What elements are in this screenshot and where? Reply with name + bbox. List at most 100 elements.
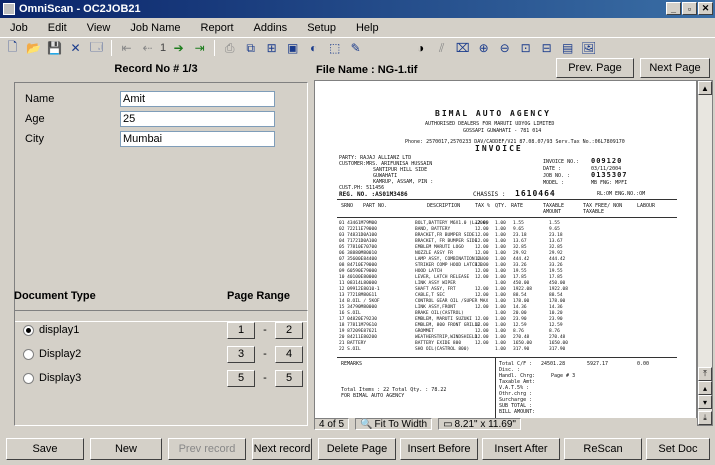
display1-radio[interactable] bbox=[23, 324, 34, 336]
invoice-address: GOSSAPI GUWAHATI - 781 014 bbox=[463, 128, 542, 134]
page-number-field[interactable]: 1 bbox=[160, 42, 166, 54]
menu-view[interactable]: View bbox=[87, 22, 111, 34]
next-record-button[interactable]: Next record bbox=[252, 438, 312, 460]
merge-icon[interactable]: ⊞ bbox=[263, 40, 280, 56]
display2-radio[interactable] bbox=[23, 348, 34, 360]
scroll-top-icon[interactable]: ⤒ bbox=[698, 367, 712, 381]
viewer-status-bar: 4 of 5 🔍 Fit To Width ▭ 8.21" x 11.69" bbox=[314, 418, 697, 430]
next-page-icon[interactable]: ➔ bbox=[170, 40, 187, 56]
prev-page-icon[interactable]: ⇠ bbox=[139, 40, 156, 56]
rotate-icon[interactable]: ◐ bbox=[305, 40, 322, 56]
new-file-icon[interactable]: 🗋 bbox=[4, 40, 21, 56]
invoice-cell: 20 84211E80200 bbox=[339, 335, 377, 340]
deskew-icon[interactable]: ⫽ bbox=[433, 40, 450, 56]
invoice-cell: 12.00 bbox=[475, 263, 489, 268]
last-page-icon[interactable]: ⇥ bbox=[191, 40, 208, 56]
zoom-in-icon[interactable]: ⊕ bbox=[475, 40, 492, 56]
invoice-cell: 1.00 bbox=[495, 251, 506, 256]
fit-icon[interactable]: ⊡ bbox=[517, 40, 534, 56]
select-icon[interactable]: ⬚ bbox=[326, 40, 343, 56]
menu-job-name[interactable]: Job Name bbox=[130, 22, 180, 34]
delete-icon[interactable]: ✕ bbox=[67, 40, 84, 56]
next-page-button[interactable]: Next Page bbox=[640, 58, 710, 78]
prev-record-button[interactable]: Prev record bbox=[168, 438, 246, 460]
range-to-button[interactable]: 4 bbox=[275, 345, 303, 363]
invoice-cell: 1.00 bbox=[495, 299, 506, 304]
split-icon[interactable]: ⧉ bbox=[242, 40, 259, 56]
invoice-cell: SHAFT ASSY, FRT bbox=[415, 287, 456, 292]
layout-icon[interactable]: ▤ bbox=[559, 40, 576, 56]
viewer-scrollbar[interactable]: ▲ ⤒ ▴ ▾ ⤓ bbox=[697, 80, 713, 426]
city-field[interactable]: Mumbai bbox=[120, 131, 275, 147]
prev-page-button[interactable]: Prev. Page bbox=[556, 58, 634, 78]
invoice-cell: LINK ASSY,FRONT bbox=[415, 305, 456, 310]
first-page-icon[interactable]: ⇤ bbox=[118, 40, 135, 56]
image-icon[interactable]: ▣ bbox=[284, 40, 301, 56]
invoice-cell: 10 40100E80000 bbox=[339, 275, 377, 280]
toolbar: 🗋 📂 💾 ✕ 🗔 ⇤ ⇠ 1 ➔ ⇥ ⎙ ⧉ ⊞ ▣ ◐ ⬚ ✎ ◑ ⫽ ⌧ … bbox=[0, 38, 715, 58]
rescan-button[interactable]: ReScan bbox=[564, 438, 642, 460]
scroll-bottom-icon[interactable]: ⤓ bbox=[698, 411, 712, 425]
scroll-up-icon[interactable]: ▲ bbox=[698, 81, 712, 95]
invoice-cell: 12.00 bbox=[475, 287, 489, 292]
invoice-cell: BRAKE OIL(CASTROL) bbox=[415, 311, 464, 316]
menu-help[interactable]: Help bbox=[356, 22, 379, 34]
zoom-out-icon[interactable]: ⊖ bbox=[496, 40, 513, 56]
invoice-cell: 03 74831D0A100 bbox=[339, 233, 377, 238]
range-to-button[interactable]: 5 bbox=[275, 369, 303, 387]
invoice-cell: 13 77218M80G11 bbox=[339, 293, 377, 298]
range-from-button[interactable]: 3 bbox=[227, 345, 255, 363]
insert-before-button[interactable]: Insert Before bbox=[400, 438, 478, 460]
age-label: Age bbox=[25, 113, 45, 125]
range-to-button[interactable]: 2 bbox=[275, 321, 303, 339]
edit-icon[interactable]: ✎ bbox=[347, 40, 364, 56]
invoice-subtitle: AUTHORISED DEALERS FOR MARUTI UDYOG LIMI… bbox=[425, 121, 555, 127]
invoice-cell: BRACKET, FR BUMPER SIDE bbox=[415, 239, 478, 244]
delete-page-button[interactable]: Delete Page bbox=[318, 438, 396, 460]
invoice-cell: 1.00 bbox=[495, 293, 506, 298]
save-icon[interactable]: 💾 bbox=[46, 40, 63, 56]
contrast-icon[interactable]: ◑ bbox=[412, 40, 429, 56]
title-bar: OmniScan - OC2JOB21 _ ▫ ✕ bbox=[0, 0, 715, 18]
invoice-cell: 8.76 bbox=[513, 329, 524, 334]
invoice-cell: 1650.00 bbox=[549, 341, 568, 346]
menu-setup[interactable]: Setup bbox=[307, 22, 336, 34]
invoice-cell: 1.00 bbox=[495, 317, 506, 322]
range-from-button[interactable]: 5 bbox=[227, 369, 255, 387]
invoice-cell: 1.00 bbox=[495, 341, 506, 346]
menu-addins[interactable]: Addins bbox=[254, 22, 288, 34]
range-from-button[interactable]: 1 bbox=[227, 321, 255, 339]
page-size-icon: ▭ bbox=[443, 418, 453, 430]
maximize-button[interactable]: ▫ bbox=[682, 2, 697, 15]
menu-edit[interactable]: Edit bbox=[48, 22, 67, 34]
insert-after-button[interactable]: Insert After bbox=[482, 438, 560, 460]
menu-report[interactable]: Report bbox=[201, 22, 234, 34]
invoice-cell: 21 BATTERY bbox=[339, 341, 367, 346]
document-viewer[interactable]: BIMAL AUTO AGENCY AUTHORISED DEALERS FOR… bbox=[314, 80, 697, 426]
col-srno: SRNO bbox=[341, 203, 354, 209]
save-button[interactable]: Save bbox=[6, 438, 84, 460]
age-field[interactable]: 25 bbox=[120, 111, 275, 127]
invoice-cell: 1922.08 bbox=[513, 287, 532, 292]
name-field[interactable]: Amit bbox=[120, 91, 275, 107]
invoice-cell: 12.00 bbox=[475, 341, 489, 346]
set-doc-button[interactable]: Set Doc bbox=[646, 438, 710, 460]
grid-icon[interactable]: ⊟ bbox=[538, 40, 555, 56]
display3-radio[interactable] bbox=[23, 372, 34, 384]
open-folder-icon[interactable]: 📂 bbox=[25, 40, 42, 56]
scan-icon[interactable]: ⎙ bbox=[221, 40, 238, 56]
zoom-mode[interactable]: 🔍 Fit To Width bbox=[355, 418, 433, 430]
image-view-icon[interactable]: 🖼 bbox=[580, 40, 597, 56]
minimize-button[interactable]: _ bbox=[666, 2, 681, 15]
scroll-page-down-icon[interactable]: ▾ bbox=[698, 395, 712, 409]
new-button[interactable]: New bbox=[90, 438, 162, 460]
menu-job[interactable]: Job bbox=[10, 22, 28, 34]
invoice-cell: 1.00 bbox=[495, 287, 506, 292]
scroll-page-up-icon[interactable]: ▴ bbox=[698, 381, 712, 395]
close-button[interactable]: ✕ bbox=[698, 2, 713, 15]
properties-icon[interactable]: 🗔 bbox=[88, 40, 105, 56]
invoice-cell: 12.59 bbox=[513, 323, 527, 328]
crop-icon[interactable]: ⌧ bbox=[454, 40, 471, 56]
invoice-cell: 02 72211E79000 bbox=[339, 227, 377, 232]
invoice-chassis-label: CHASSIS : bbox=[473, 191, 506, 198]
